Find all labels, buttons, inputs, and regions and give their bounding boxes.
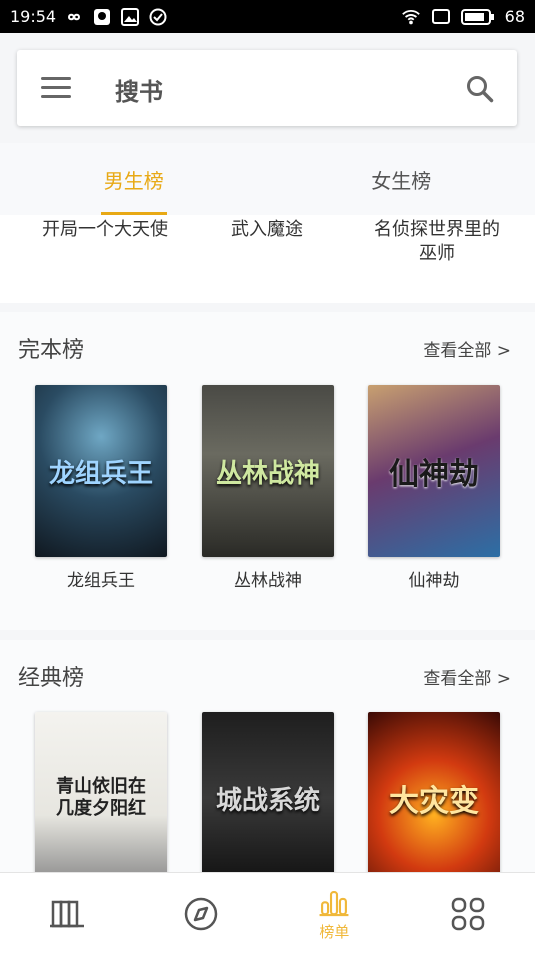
book-card[interactable]: 青山依旧在 几度夕阳红 bbox=[35, 712, 167, 884]
book-name[interactable]: 仙神劫 bbox=[368, 566, 500, 591]
section-title: 完本榜 bbox=[18, 338, 85, 363]
screen-icon bbox=[431, 8, 451, 26]
cover-title: 城战系统 bbox=[215, 785, 320, 816]
cover-title: 青山依旧在 几度夕阳红 bbox=[56, 776, 146, 819]
wifi-icon bbox=[401, 8, 421, 26]
search-title[interactable]: 搜书 bbox=[115, 72, 163, 107]
search-bar[interactable]: 搜书 bbox=[17, 50, 517, 126]
image-icon bbox=[120, 7, 140, 26]
status-bar: 19:54 68 bbox=[0, 0, 535, 33]
top-list: 开局一个大天使 武入魔途 名侦探世界里的 巫师 bbox=[0, 215, 535, 303]
top-list-item[interactable]: 开局一个大天使 bbox=[16, 218, 194, 242]
bookshelf-icon bbox=[49, 900, 84, 928]
infinity-icon bbox=[64, 8, 84, 26]
book-cover[interactable]: 青山依旧在 几度夕阳红 bbox=[35, 712, 167, 884]
book-cover[interactable]: 龙组兵王 bbox=[35, 385, 167, 557]
notification-icon bbox=[92, 8, 112, 26]
status-time: 19:54 bbox=[10, 7, 57, 26]
check-circle-icon bbox=[148, 8, 168, 26]
ranking-icon bbox=[319, 890, 349, 916]
view-all-link[interactable]: 查看全部 > bbox=[423, 336, 511, 361]
book-cover[interactable]: 城战系统 bbox=[202, 712, 334, 884]
section-title: 经典榜 bbox=[18, 666, 85, 691]
search-icon[interactable] bbox=[465, 74, 495, 104]
tab-male[interactable]: 男生榜 bbox=[0, 143, 268, 215]
nav-ranking[interactable]: 榜单 bbox=[268, 873, 402, 955]
top-list-item[interactable]: 名侦探世界里的 巫师 bbox=[348, 218, 526, 266]
ranking-tabs: 男生榜 女生榜 bbox=[0, 143, 535, 215]
battery-level: 68 bbox=[504, 7, 525, 26]
section-completed: 完本榜 查看全部 > 龙组兵王 龙组兵王 丛林战神 丛林战神 仙神劫 仙神劫 bbox=[0, 312, 535, 630]
nav-discover[interactable] bbox=[134, 873, 268, 955]
menu-icon[interactable] bbox=[41, 77, 71, 99]
book-name[interactable]: 丛林战神 bbox=[202, 566, 334, 591]
book-card[interactable]: 龙组兵王 龙组兵王 bbox=[35, 385, 167, 591]
nav-bookshelf[interactable] bbox=[0, 873, 134, 955]
cover-title: 丛林战神 bbox=[215, 458, 320, 489]
section-classic: 经典榜 查看全部 > 青山依旧在 几度夕阳红 城战系统 大灾变 bbox=[0, 640, 535, 884]
book-card[interactable]: 大灾变 bbox=[368, 712, 500, 884]
book-cover[interactable]: 仙神劫 bbox=[368, 385, 500, 557]
book-name[interactable]: 龙组兵王 bbox=[35, 566, 167, 591]
top-list-item[interactable]: 武入魔途 bbox=[178, 218, 356, 242]
view-all-link[interactable]: 查看全部 > bbox=[423, 664, 511, 689]
compass-icon bbox=[184, 897, 217, 931]
cover-title: 大灾变 bbox=[389, 784, 479, 819]
cover-title: 龙组兵王 bbox=[48, 458, 153, 489]
battery-icon bbox=[460, 8, 495, 26]
cover-title: 仙神劫 bbox=[389, 457, 479, 492]
book-cover[interactable]: 大灾变 bbox=[368, 712, 500, 884]
book-card[interactable]: 丛林战神 丛林战神 bbox=[202, 385, 334, 591]
grid-icon bbox=[451, 897, 485, 931]
bottom-nav: 榜单 bbox=[0, 872, 535, 955]
nav-more[interactable] bbox=[401, 873, 535, 955]
tab-female[interactable]: 女生榜 bbox=[268, 143, 535, 215]
book-cover[interactable]: 丛林战神 bbox=[202, 385, 334, 557]
book-card[interactable]: 仙神劫 仙神劫 bbox=[368, 385, 500, 591]
book-card[interactable]: 城战系统 bbox=[202, 712, 334, 884]
nav-ranking-label: 榜单 bbox=[319, 922, 350, 941]
